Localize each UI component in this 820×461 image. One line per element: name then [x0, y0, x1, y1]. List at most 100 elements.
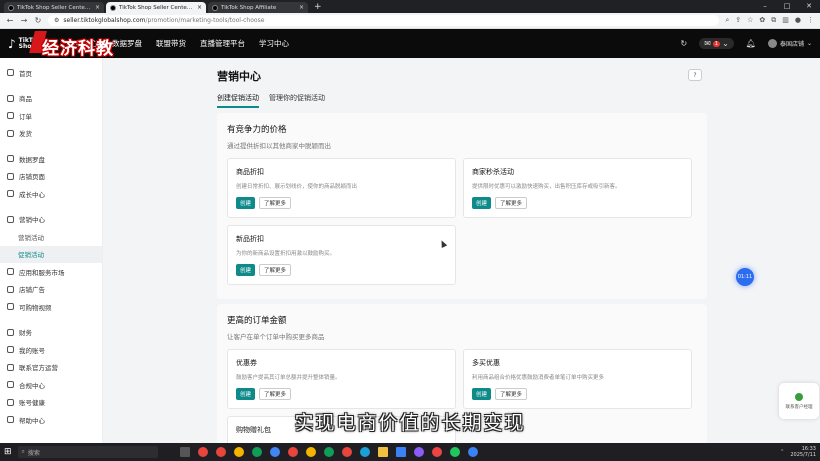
sidebar-item[interactable]: 财务: [0, 324, 102, 342]
learn-more-button[interactable]: 了解更多: [259, 264, 292, 276]
folder-icon[interactable]: [377, 447, 388, 457]
zoom-icon[interactable]: ⌕: [725, 16, 729, 25]
taskbar-search[interactable]: ⌕ 搜索: [17, 446, 158, 458]
share-icon[interactable]: ⇪: [735, 16, 741, 25]
url-field[interactable]: ⚙ seller.tiktokglobalshop.com/promotion/…: [48, 15, 720, 26]
sidebar-item[interactable]: 店铺广告: [0, 281, 102, 299]
clock-date: 2025/7/11: [790, 452, 816, 458]
sidebar-item[interactable]: 数据罗盘: [0, 150, 102, 168]
create-button[interactable]: 创建: [472, 388, 492, 400]
close-window-icon[interactable]: ✕: [798, 0, 820, 12]
help-icon: ?: [693, 71, 697, 79]
tray-arrow-icon[interactable]: ⌃: [780, 449, 784, 455]
chrome-icon[interactable]: [197, 447, 208, 457]
sidebar-item[interactable]: 店铺页面: [0, 168, 102, 186]
sidebar-item[interactable]: 促销活动: [0, 245, 102, 263]
puzzle-icon[interactable]: ⧉: [771, 16, 776, 25]
browser-tab[interactable]: TikTok Shop Affiliate ×: [208, 2, 308, 13]
nav-data-compass[interactable]: 数据罗盘: [112, 38, 142, 49]
chrome-icon[interactable]: [269, 447, 280, 457]
browser-tab-active[interactable]: TikTok Shop Seller Center | Cr ×: [106, 2, 206, 13]
create-button[interactable]: 创建: [236, 388, 256, 400]
nav-live-platform[interactable]: 直播管理平台: [200, 38, 245, 49]
sidebar-item[interactable]: 可购物视频: [0, 298, 102, 316]
learn-more-button[interactable]: 了解更多: [259, 197, 292, 209]
learn-more-button[interactable]: 了解更多: [259, 388, 292, 400]
card-title: 优惠券: [236, 359, 257, 367]
new-tab-icon[interactable]: +: [314, 2, 322, 12]
profile-icon[interactable]: ●: [795, 16, 801, 25]
app-icon[interactable]: [449, 447, 460, 457]
extension-icon[interactable]: ✿: [759, 16, 765, 25]
sidebar-icon[interactable]: ▥: [782, 16, 789, 25]
refresh-icon[interactable]: ↻: [681, 39, 688, 48]
sidebar-item[interactable]: 首页: [0, 64, 102, 82]
menu-icon[interactable]: ⋮: [807, 16, 814, 25]
app-icon[interactable]: [413, 447, 424, 457]
sidebar-item[interactable]: 应用和服务市场: [0, 263, 102, 281]
chrome-icon[interactable]: [323, 447, 334, 457]
promo-card-coupon: 优惠券 鼓励客户提高其订单总额并提升整体销量。 创建 了解更多: [227, 349, 456, 409]
sidebar-item[interactable]: 商品: [0, 90, 102, 108]
site-info-icon[interactable]: ⚙: [54, 17, 59, 24]
create-button[interactable]: 创建: [472, 197, 492, 209]
reload-icon[interactable]: ↻: [34, 16, 42, 25]
sidebar-item-icon: [7, 268, 14, 276]
browser-tab[interactable]: TikTok Shop Seller Center | Cr ×: [4, 2, 104, 13]
sidebar-item[interactable]: 联系官方运营: [0, 359, 102, 377]
create-button[interactable]: 创建: [236, 264, 256, 276]
create-button[interactable]: 创建: [236, 197, 256, 209]
sidebar-item-label: 数据罗盘: [19, 155, 45, 164]
chrome-icon[interactable]: [287, 447, 298, 457]
sidebar-item[interactable]: 我的账号: [0, 341, 102, 359]
learn-more-button[interactable]: 了解更多: [495, 388, 528, 400]
sidebar-item-label: 应用和服务市场: [19, 268, 65, 277]
chrome-icon[interactable]: [341, 447, 352, 457]
maximize-icon[interactable]: □: [776, 0, 798, 12]
close-tab-icon[interactable]: ×: [299, 4, 304, 11]
nav-learning-center[interactable]: 学习中心: [259, 38, 289, 49]
task-view-icon[interactable]: [179, 447, 190, 457]
windows-start-icon[interactable]: ⊞: [4, 447, 12, 457]
floating-timer-badge[interactable]: 01:11: [736, 268, 754, 286]
sidebar-item[interactable]: 营销活动: [0, 228, 102, 246]
sidebar-item[interactable]: 发货: [0, 125, 102, 143]
close-tab-icon[interactable]: ×: [95, 4, 100, 11]
sidebar: 首页商品订单发货数据罗盘店铺页面成长中心营销中心 营销活动 促销活动应用和服务市场店…: [0, 58, 103, 443]
chrome-icon[interactable]: [215, 447, 226, 457]
minimize-icon[interactable]: –: [754, 0, 776, 12]
app-header: ♪ TikTok Shop 卖家中心 数据罗盘 联盟带货 直播管理平台 学习中心 …: [0, 29, 820, 58]
chrome-icon[interactable]: [305, 447, 316, 457]
sidebar-item-icon: [7, 112, 14, 120]
sidebar-item[interactable]: 成长中心: [0, 185, 102, 203]
window-controls: – □ ✕: [754, 0, 820, 12]
nav-affiliate[interactable]: 联盟带货: [156, 38, 186, 49]
chrome-icon[interactable]: [251, 447, 262, 457]
sidebar-item[interactable]: 订单: [0, 107, 102, 125]
message-button[interactable]: ✉ 1 ⌄: [699, 38, 734, 49]
channel-watermark: 经济科教: [42, 39, 114, 59]
app-icon[interactable]: [395, 447, 406, 457]
forward-icon[interactable]: →: [20, 16, 28, 25]
store-switcher[interactable]: 泰国店铺 ⌄: [767, 39, 812, 48]
bookmark-star-icon[interactable]: ☆: [747, 16, 753, 25]
learn-more-button[interactable]: 了解更多: [495, 197, 528, 209]
sidebar-item[interactable]: 合规中心: [0, 376, 102, 394]
app-icon[interactable]: [467, 447, 478, 457]
sidebar-item[interactable]: 营销中心: [0, 211, 102, 229]
sidebar-item-label: 订单: [19, 112, 32, 121]
back-icon[interactable]: ←: [6, 16, 14, 25]
close-tab-icon[interactable]: ×: [197, 4, 202, 11]
edge-icon[interactable]: [359, 447, 370, 457]
chrome-icon[interactable]: [233, 447, 244, 457]
tab-manage-promotion[interactable]: 管理你的促销活动: [269, 93, 325, 108]
card-desc: 鼓励客户提高其订单总额并提升整体销量。: [236, 375, 341, 381]
sidebar-item-label: 联系官方运营: [19, 364, 58, 373]
help-button[interactable]: ?: [688, 69, 702, 81]
bell-icon[interactable]: 🔔︎: [746, 39, 756, 48]
sidebar-item-label: 成长中心: [19, 190, 45, 199]
app-icon[interactable]: [431, 447, 442, 457]
tab-create-promotion[interactable]: 创建促销活动: [217, 93, 259, 108]
sidebar-item-icon: [7, 94, 14, 102]
